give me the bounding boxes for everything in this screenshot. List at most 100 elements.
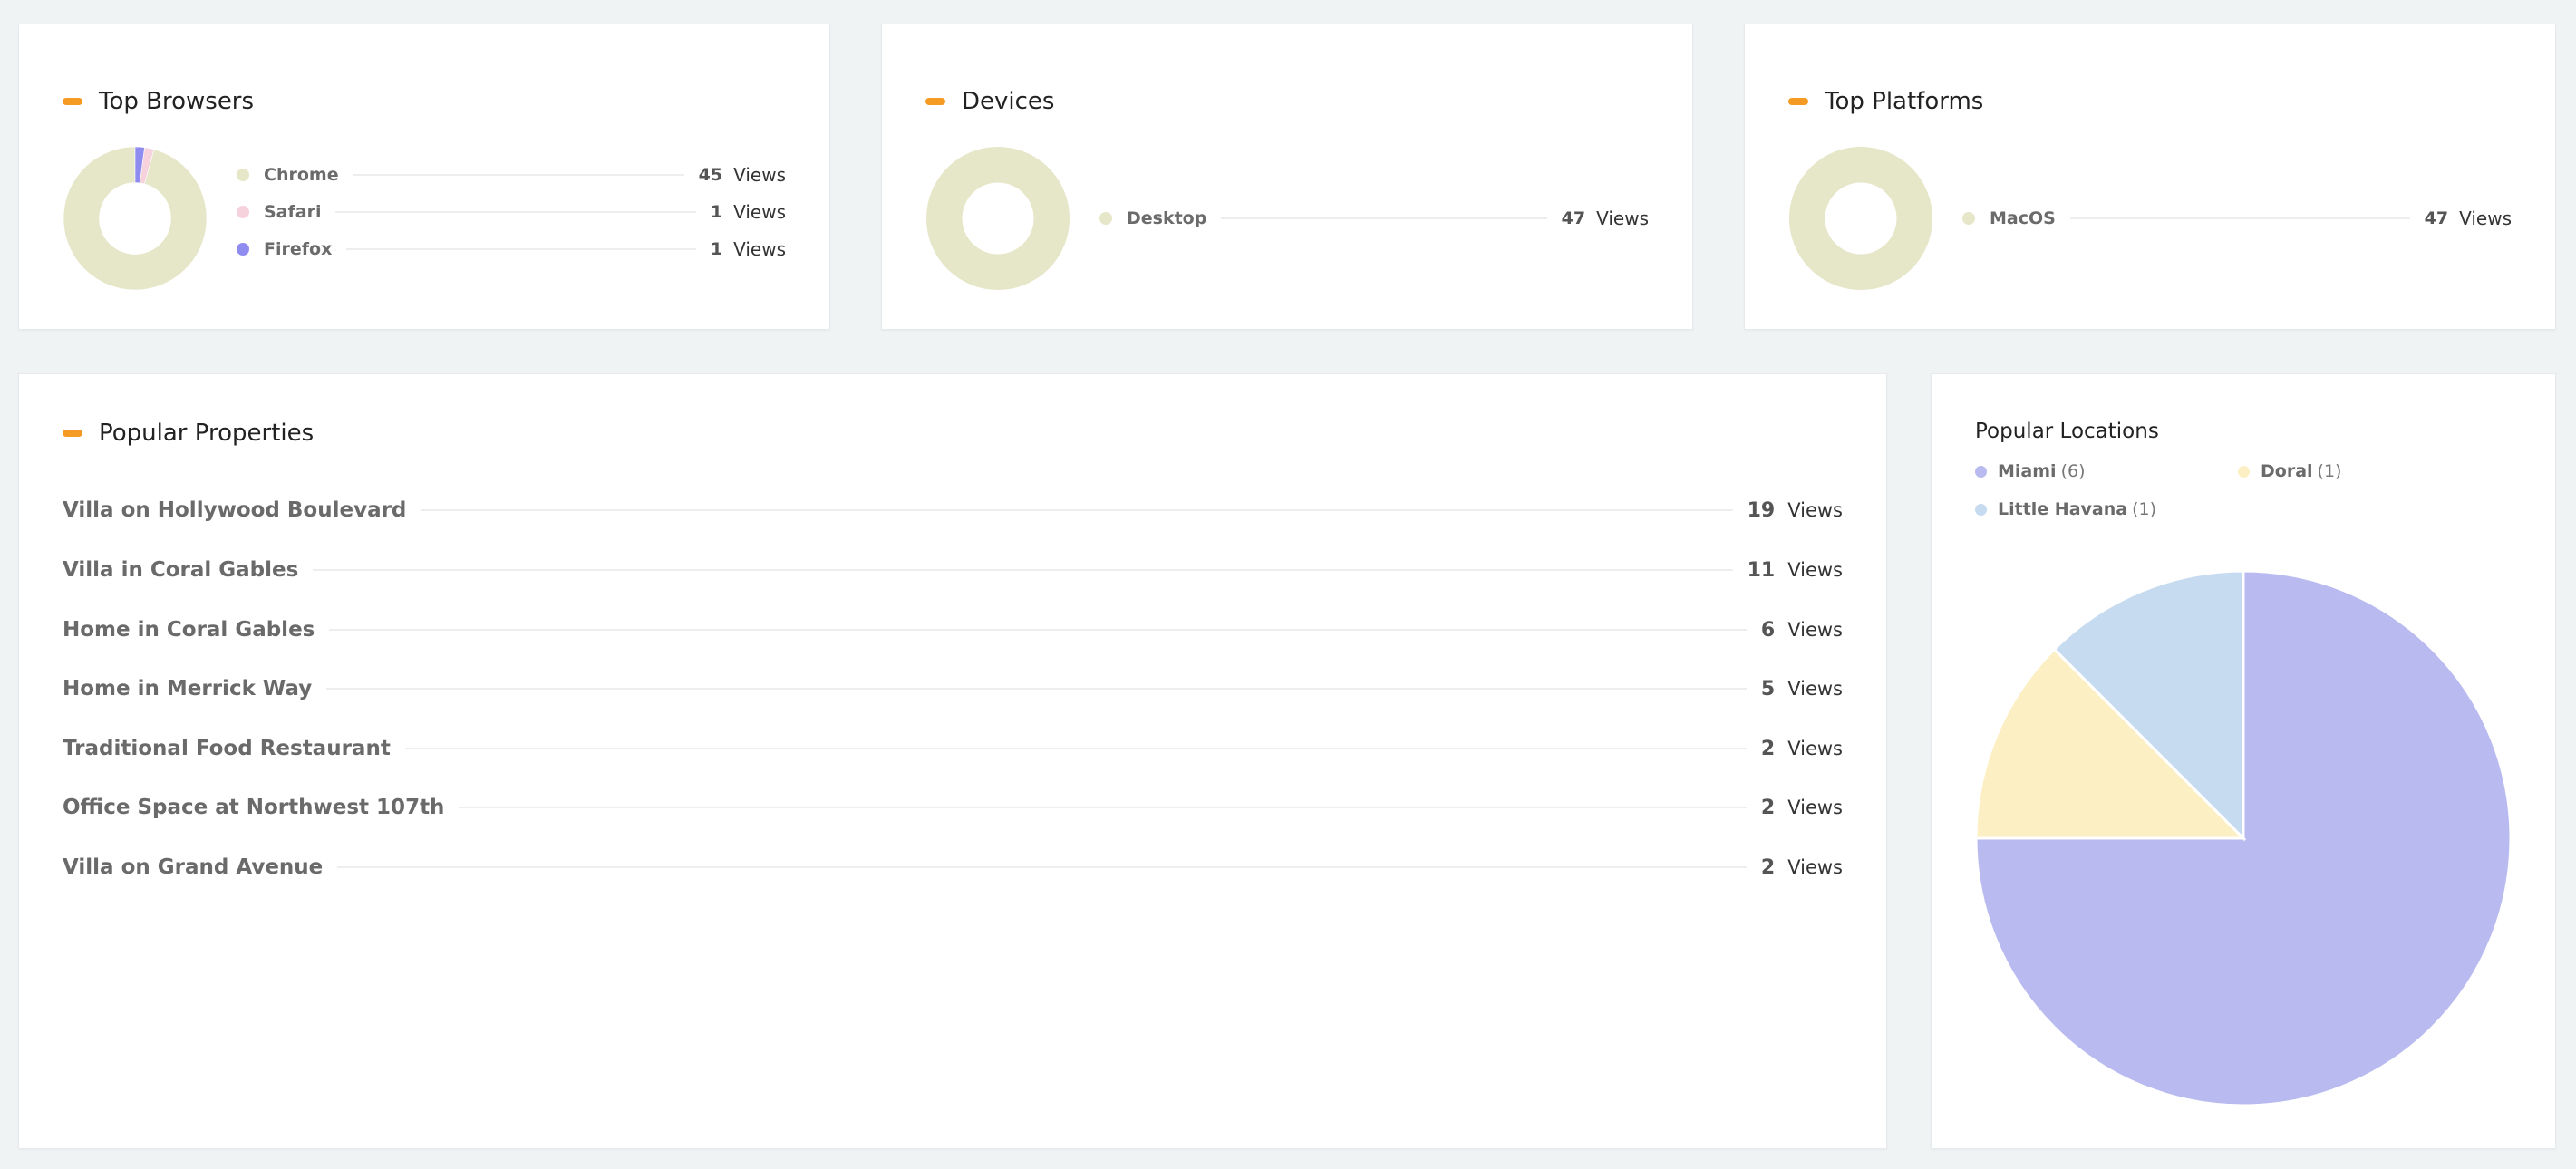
property-name[interactable]: Office Space at Northwest 107th — [63, 796, 444, 819]
property-views-unit: Views — [1787, 499, 1843, 521]
legend-item-miami[interactable]: Miami (6) — [1975, 461, 2085, 481]
devices-card: Devices Desktop 47 Views — [881, 24, 1693, 330]
legend-count: 1 — [710, 239, 723, 259]
legend-count: (1) — [2317, 461, 2342, 481]
top-browsers-card: Top Browsers Chrome 45 Views Safari 1 Vi… — [18, 24, 830, 330]
title-accent-bar — [925, 98, 945, 105]
legend-row-macos[interactable]: MacOS 47 Views — [1962, 200, 2512, 237]
property-row[interactable]: Villa on Hollywood Boulevard 19 Views — [63, 492, 1843, 528]
legend-dot — [237, 169, 249, 181]
legend-item-little-havana[interactable]: Little Havana (1) — [1975, 499, 2156, 519]
platforms-donut-chart — [1789, 147, 1932, 290]
leader-line — [421, 509, 1733, 511]
legend-label: MacOS — [1990, 208, 2056, 228]
property-views-count: 2 — [1760, 737, 1776, 760]
property-views-count: 6 — [1760, 618, 1776, 642]
property-name[interactable]: Home in Coral Gables — [63, 618, 315, 642]
leader-line — [404, 748, 1747, 749]
title-accent-bar — [1788, 98, 1808, 105]
property-name[interactable]: Traditional Food Restaurant — [63, 737, 391, 760]
property-views-unit: Views — [1787, 856, 1843, 878]
devices-title-wrap: Devices — [925, 88, 1054, 115]
leader-line — [1221, 217, 1547, 219]
legend-label: Firefox — [264, 239, 333, 259]
leader-line — [2069, 217, 2410, 219]
property-row[interactable]: Villa in Coral Gables 11 Views — [63, 552, 1843, 588]
browsers-donut-chart — [63, 146, 208, 291]
legend-dot — [237, 243, 249, 256]
leader-line — [335, 211, 696, 213]
property-views-unit: Views — [1787, 678, 1843, 700]
legend-row-desktop[interactable]: Desktop 47 Views — [1099, 200, 1649, 237]
title-accent-bar — [63, 430, 82, 437]
top-browsers-title-wrap: Top Browsers — [63, 88, 254, 115]
popular-properties-title-wrap: Popular Properties — [63, 420, 314, 447]
property-name[interactable]: Home in Merrick Way — [63, 677, 312, 700]
legend-dot — [1975, 503, 1987, 516]
legend-count: 47 — [1561, 208, 1586, 228]
legend-label: Miami — [1998, 461, 2057, 481]
property-views-count: 2 — [1760, 855, 1776, 879]
popular-properties-card: Popular Properties Villa on Hollywood Bo… — [18, 373, 1887, 1149]
popular-locations-card: Popular Locations Miami (6) Doral (1) Li… — [1931, 373, 2556, 1149]
property-row[interactable]: Traditional Food Restaurant 2 Views — [63, 730, 1843, 767]
legend-label: Chrome — [264, 165, 339, 185]
legend-row-chrome[interactable]: Chrome 45 Views — [237, 157, 786, 193]
platforms-card: Top Platforms MacOS 47 Views — [1744, 24, 2556, 330]
legend-dot — [1962, 212, 1975, 225]
card-title: Devices — [962, 88, 1055, 115]
property-views-unit: Views — [1787, 738, 1843, 759]
leader-line — [346, 248, 696, 250]
card-title: Popular Properties — [99, 420, 315, 447]
legend-label: Little Havana — [1998, 499, 2128, 519]
property-name[interactable]: Villa in Coral Gables — [63, 558, 298, 582]
devices-donut-chart — [926, 147, 1070, 290]
legend-unit: Views — [2459, 208, 2512, 229]
legend-unit: Views — [1596, 208, 1649, 229]
property-views-unit: Views — [1787, 559, 1843, 581]
property-views-unit: Views — [1787, 619, 1843, 641]
legend-dot — [237, 206, 249, 218]
legend-dot — [2238, 465, 2250, 478]
leader-line — [326, 688, 1747, 690]
legend-count: 45 — [698, 165, 723, 185]
legend-count: (6) — [2060, 461, 2086, 481]
legend-row-firefox[interactable]: Firefox 1 Views — [237, 231, 786, 267]
leader-line — [459, 807, 1747, 808]
legend-row-safari[interactable]: Safari 1 Views — [237, 194, 786, 230]
legend-dot — [1975, 465, 1987, 478]
leader-line — [337, 866, 1747, 868]
legend-item-doral[interactable]: Doral (1) — [2238, 461, 2341, 481]
title-accent-bar — [63, 98, 82, 105]
pie-slice-desktop[interactable] — [926, 147, 1070, 290]
legend-count: 1 — [710, 202, 723, 222]
legend-label: Safari — [264, 202, 322, 222]
legend-unit: Views — [733, 164, 786, 186]
property-views-count: 5 — [1760, 677, 1776, 700]
leader-line — [353, 174, 684, 176]
card-title: Popular Locations — [1975, 420, 2159, 443]
property-views-count: 2 — [1760, 796, 1776, 819]
property-views-count: 19 — [1747, 498, 1776, 522]
legend-dot — [1099, 212, 1112, 225]
leader-line — [329, 629, 1747, 631]
property-views-count: 11 — [1747, 558, 1776, 582]
property-row[interactable]: Office Space at Northwest 107th 2 Views — [63, 789, 1843, 826]
card-title: Top Platforms — [1825, 88, 1984, 115]
legend-count: 47 — [2424, 208, 2449, 228]
property-name[interactable]: Villa on Hollywood Boulevard — [63, 498, 406, 522]
leader-line — [313, 569, 1733, 571]
locations-pie-chart — [1975, 570, 2512, 1106]
property-row[interactable]: Home in Coral Gables 6 Views — [63, 612, 1843, 648]
legend-label: Desktop — [1127, 208, 1207, 228]
card-title: Top Browsers — [99, 88, 255, 115]
pie-slice-macos[interactable] — [1789, 147, 1932, 290]
platforms-title-wrap: Top Platforms — [1788, 88, 1983, 115]
property-name[interactable]: Villa on Grand Avenue — [63, 855, 323, 879]
property-views-unit: Views — [1787, 797, 1843, 818]
legend-unit: Views — [733, 238, 786, 260]
legend-count: (1) — [2132, 499, 2156, 519]
property-row[interactable]: Home in Merrick Way 5 Views — [63, 671, 1843, 707]
legend-unit: Views — [733, 201, 786, 223]
property-row[interactable]: Villa on Grand Avenue 2 Views — [63, 849, 1843, 885]
